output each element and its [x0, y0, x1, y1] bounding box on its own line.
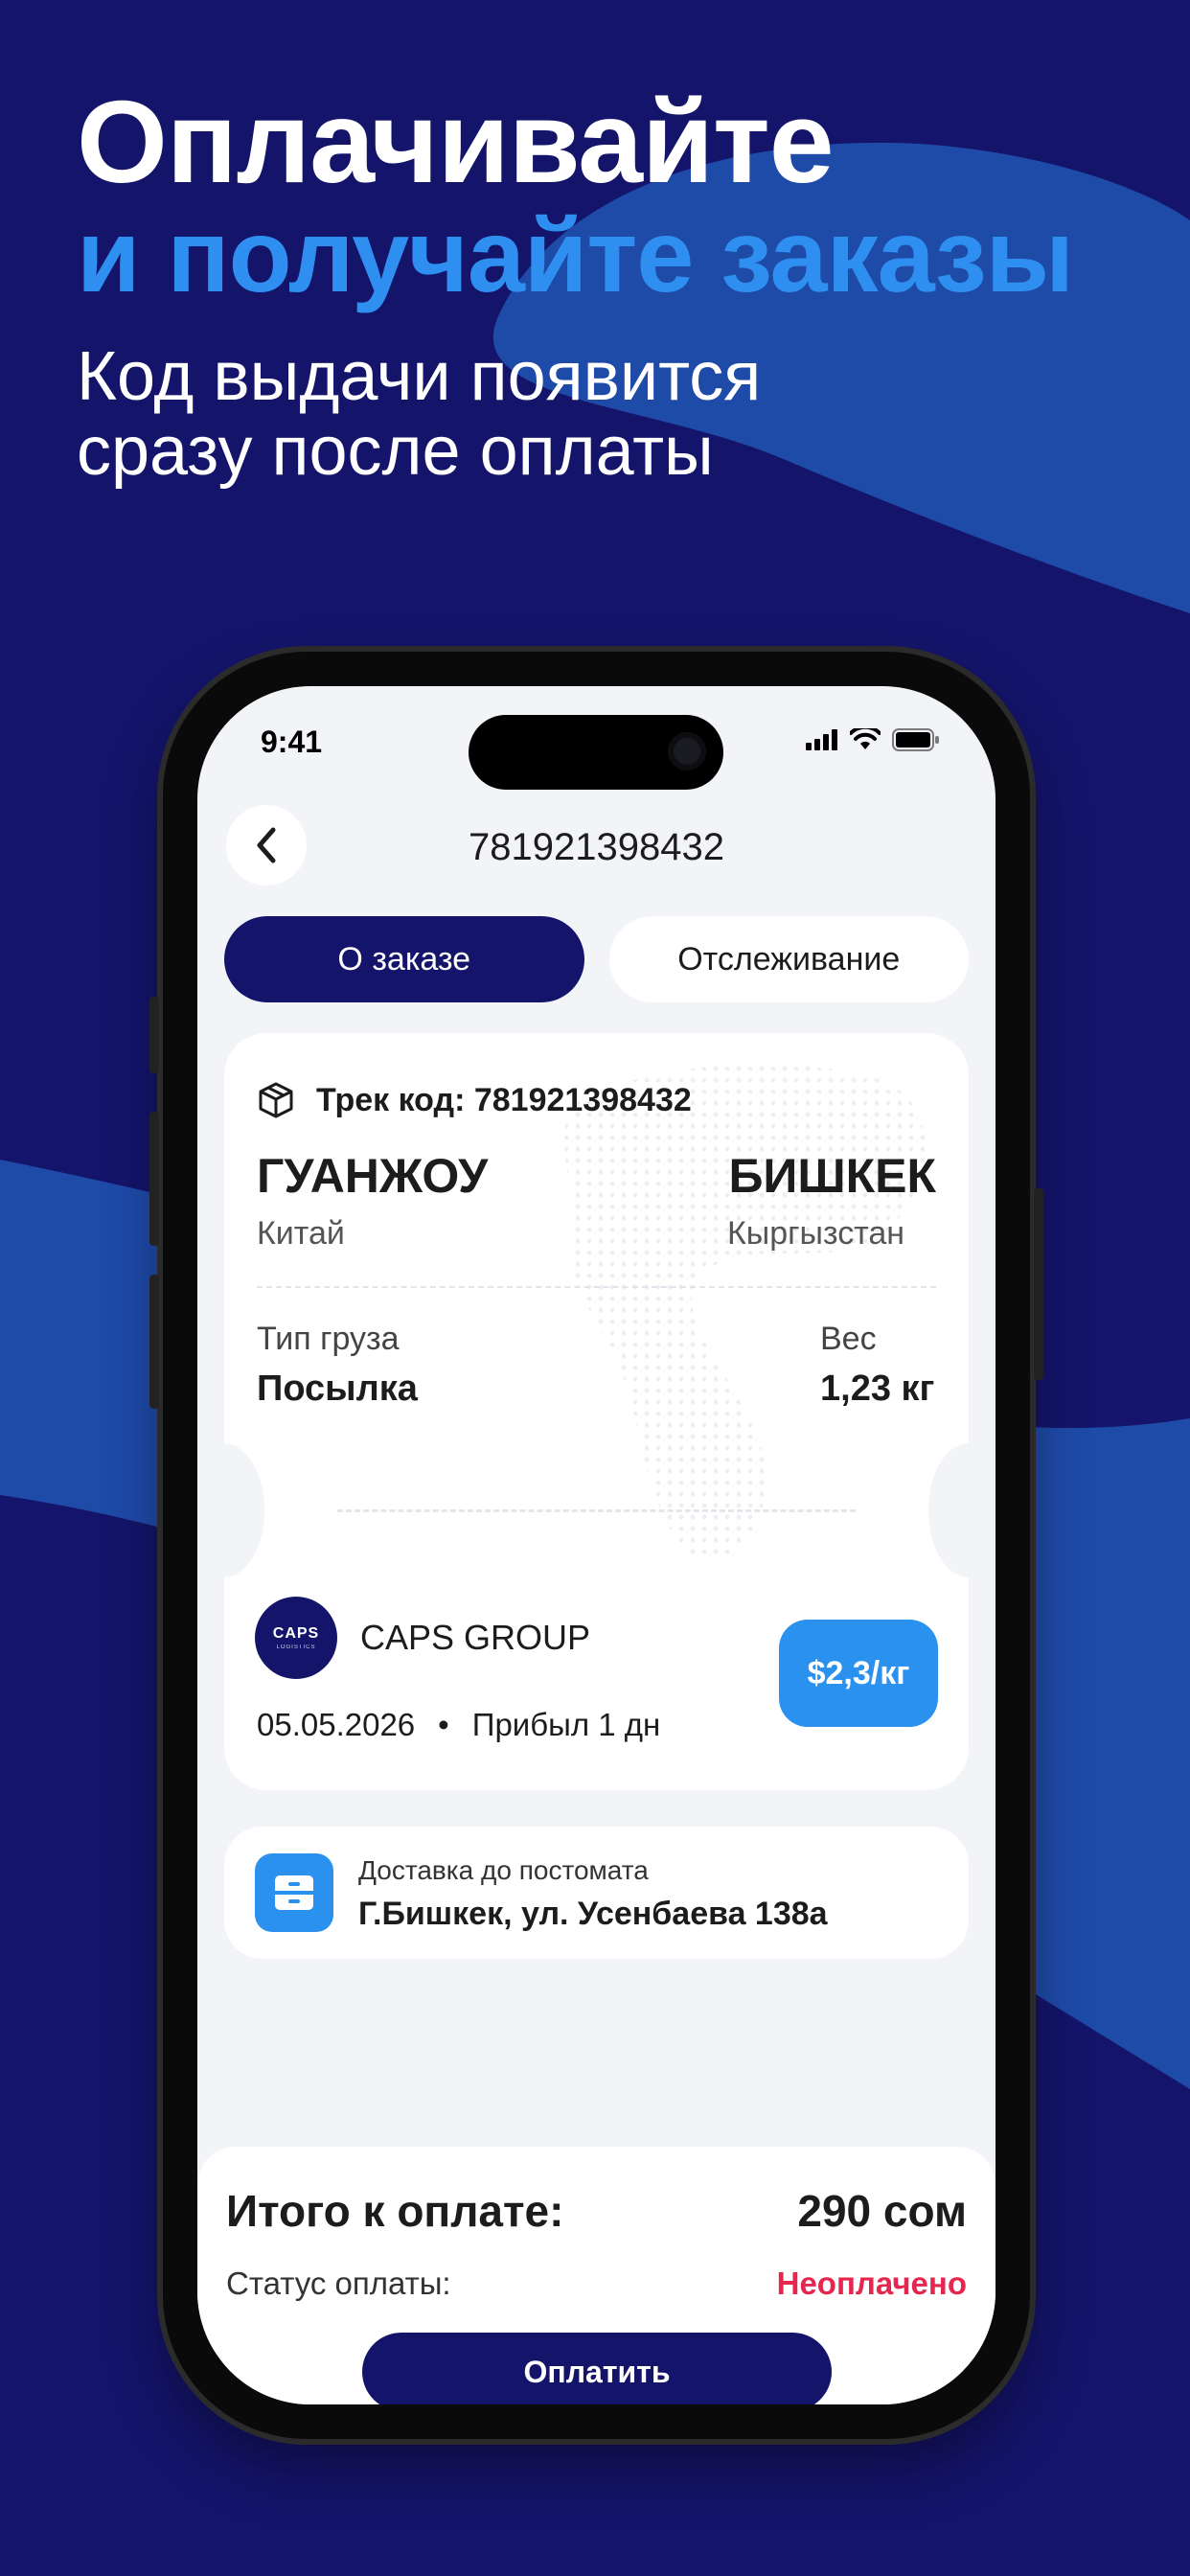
arrival-info: 05.05.2026 • Прибыл 1 дн: [257, 1707, 660, 1743]
camera-icon: [668, 732, 706, 770]
phone-power-button: [1034, 1188, 1043, 1380]
order-card: Трек код: 781921398432 ГУАНЖОУ Китай БИШ…: [224, 1033, 969, 1790]
origin-country: Китай: [257, 1215, 345, 1252]
total-value: 290 сом: [797, 2186, 967, 2236]
payment-status-value: Неоплачено: [776, 2266, 967, 2301]
order-date: 05.05.2026: [257, 1707, 416, 1742]
separator-dot: •: [438, 1707, 449, 1742]
page-title: 781921398432: [469, 826, 724, 868]
pay-button[interactable]: Оплатить: [362, 2333, 832, 2404]
promo-title-line2: и получайте заказы: [77, 197, 1074, 313]
payment-status-label: Статус оплаты:: [226, 2266, 451, 2301]
wifi-icon: [850, 728, 881, 749]
dynamic-island: [469, 715, 723, 790]
ticket-notch-left: [224, 1443, 264, 1577]
track-code-row: Трек код: 781921398432: [257, 1081, 692, 1119]
carrier-logo-subtext: LOGISTICS: [276, 1644, 316, 1650]
status-icons: [806, 728, 940, 751]
destination-city: БИШКЕК: [728, 1149, 936, 1203]
delivery-address: Г.Бишкек, ул. Усенбаева 138а: [358, 1896, 828, 1932]
promo-subtitle-line1: Код выдачи появится: [77, 338, 762, 415]
package-icon: [259, 1082, 293, 1118]
phone-volume-up-button: [149, 1112, 159, 1246]
phone-action-button: [149, 997, 159, 1073]
signal-icon: [806, 729, 837, 750]
price-badge: $2,3/кг: [779, 1620, 938, 1727]
carrier-name: CAPS GROUP: [360, 1618, 591, 1657]
divider: [257, 1286, 936, 1288]
weight-value: 1,23 кг: [820, 1368, 935, 1409]
delivery-card[interactable]: Доставка до постомата Г.Бишкек, ул. Усен…: [224, 1827, 969, 1959]
cargo-type-label: Тип груза: [257, 1321, 400, 1357]
total-label: Итого к оплате:: [226, 2186, 564, 2236]
origin-city: ГУАНЖОУ: [257, 1149, 489, 1203]
track-code-label: Трек код: 781921398432: [316, 1081, 692, 1118]
status-time: 9:41: [261, 724, 323, 759]
tab-order-info[interactable]: О заказе: [224, 916, 584, 1002]
delivery-label: Доставка до постомата: [358, 1855, 649, 1885]
carrier-logo-text: CAPS: [272, 1625, 320, 1642]
world-map-pattern: [563, 1064, 926, 1561]
arrival-status: Прибыл 1 дн: [471, 1707, 661, 1742]
carrier-logo: CAPS LOGISTICS: [255, 1597, 337, 1679]
phone-volume-down-button: [149, 1275, 159, 1409]
payment-panel: Итого к оплате: 290 сом Статус оплаты: Н…: [197, 2147, 995, 2404]
promo-subtitle-line2: сразу после оплаты: [77, 413, 714, 490]
promo-subtitle: Код выдачи появится сразу после оплаты: [77, 339, 1073, 489]
ticket-tear-line: [337, 1509, 856, 1512]
parcel-locker-icon: [255, 1853, 333, 1932]
tab-tracking[interactable]: Отслеживание: [608, 916, 969, 1002]
promo-headline: Оплачивайте и получайте заказы Код выдач…: [77, 77, 1074, 489]
promo-title-line1: Оплачивайте: [77, 77, 835, 207]
battery-icon: [892, 728, 939, 751]
destination-country: Кыргызстан: [727, 1215, 905, 1252]
phone-frame: 9:41 781921398432 О заказе Отслеживание …: [149, 652, 1043, 2439]
weight-label: Вес: [820, 1321, 877, 1357]
tab-bar: О заказе Отслеживание: [224, 916, 969, 1002]
cargo-type-value: Посылка: [257, 1368, 418, 1409]
phone-screen: 9:41 781921398432 О заказе Отслеживание …: [197, 686, 995, 2404]
